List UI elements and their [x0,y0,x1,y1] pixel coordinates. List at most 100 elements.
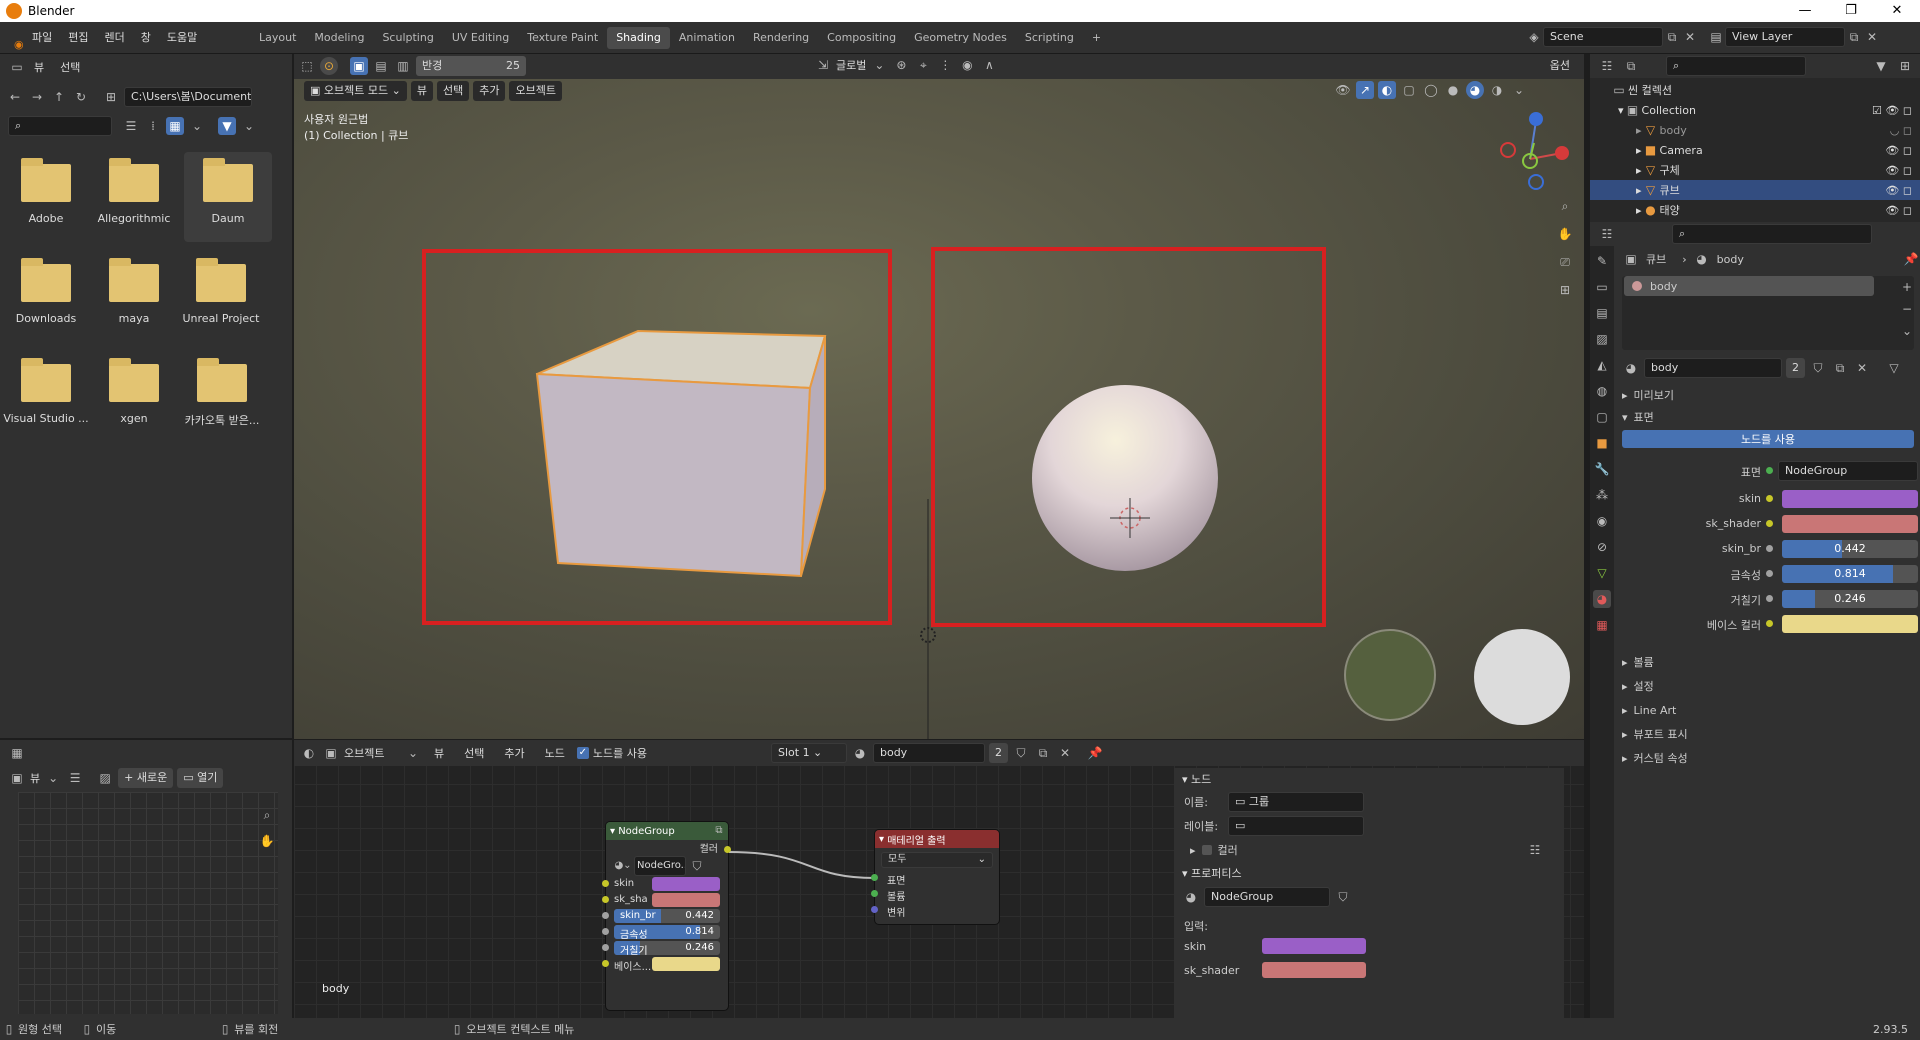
tree-row[interactable]: ▸ ■ Camera 👁 ◻ [1590,140,1920,160]
tab-compositing[interactable]: Compositing [818,27,905,49]
zoom-icon[interactable]: ⌕ [1556,197,1574,215]
camera-view-icon[interactable]: ⎚ [1556,253,1574,271]
view-layer-tab-icon[interactable]: ▨ [1593,330,1611,348]
node-input-row[interactable]: 거칠기 0.246 [602,940,728,956]
skin-color-swatch[interactable] [1262,938,1366,954]
outliner-editor-icon[interactable]: ☷ [1598,57,1616,75]
tab-sculpting[interactable]: Sculpting [373,27,442,49]
fb-search-input[interactable]: ⌕ [8,116,112,136]
list-view-icon[interactable]: ☰ [122,117,140,135]
delete-scene-icon[interactable]: ✕ [1681,28,1699,46]
add-slot-icon[interactable]: + [1898,278,1916,296]
section-settings[interactable]: ▸ 설정 [1616,674,1920,698]
scene-icon[interactable]: ◈ [1525,28,1543,46]
editor-type-icon[interactable]: ▦ [8,744,26,762]
node-color-swatch[interactable] [652,893,720,907]
orientation-icon[interactable]: ⇲ [814,56,832,74]
dropdown-icon[interactable]: ⌄ [44,769,62,787]
unlink-icon[interactable]: ✕ [1853,359,1871,377]
close-button[interactable]: ✕ [1874,0,1920,22]
folder-item[interactable]: Downloads [2,252,90,342]
folder-item[interactable]: maya [90,252,178,342]
group-field[interactable]: NodeGro... [634,856,686,876]
menu-edit[interactable]: 편집 [60,22,96,54]
pivot-icon[interactable]: ⊛ [892,56,910,74]
node-label-field[interactable]: ▭ [1228,816,1364,836]
node-editor[interactable]: ◐ ▣ 오브젝트 ⌄ 뷰 선택 추가 노드 ✓ 노드를 사용 Slot 1 ⌄ … [294,740,1584,1018]
tree-row[interactable]: ▾ ▣ Collection ☑ 👁 ◻ [1590,100,1920,120]
properties-search[interactable]: ⌕ [1672,224,1872,244]
particles-tab-icon[interactable]: ⁂ [1593,486,1611,504]
options-button[interactable]: 옵션 [1543,56,1576,76]
texture-tab-icon[interactable]: ▦ [1593,616,1611,634]
node-value-slider[interactable]: 금속성 0.814 [614,925,720,939]
display-mode-icon[interactable]: ⧉ [1622,57,1640,75]
material-filter-icon[interactable]: ▽ [1885,359,1903,377]
fake-user-icon[interactable]: ⛉ [1809,359,1827,377]
new-scene-icon[interactable]: ⧉ [1663,28,1681,46]
color-swatch[interactable] [1782,615,1918,633]
data-tab-icon[interactable]: ▽ [1593,564,1611,582]
scene-field[interactable]: Scene [1543,27,1663,47]
vertical-list-icon[interactable]: ⁞ [144,117,162,135]
render-tab-icon[interactable]: ▭ [1593,278,1611,296]
folder-item[interactable]: Adobe [2,152,90,242]
color-swatch[interactable] [1782,515,1918,533]
select-subtract-icon[interactable]: ▥ [394,57,412,75]
color-swatch[interactable] [1782,490,1918,508]
group-field[interactable]: NodeGroup [1204,887,1330,907]
nav-gizmo[interactable] [1500,112,1569,190]
node-section[interactable]: ▾ 노드 [1174,768,1564,790]
collection-tab-icon[interactable]: ▢ [1593,408,1611,426]
tree-row[interactable]: ▸ ▽ body ◡ ◻ [1590,120,1920,140]
browse-material-icon[interactable]: ◕ [1622,359,1640,377]
node-input-row[interactable]: sk_sha [602,892,728,908]
node-value-slider[interactable]: skin_br 0.442 [614,909,720,923]
node-input-row[interactable]: 베이스... [602,956,728,973]
delete-layer-icon[interactable]: ✕ [1863,28,1881,46]
section-custom-props[interactable]: ▸ 커스텀 속성 [1616,746,1920,770]
constraints-tab-icon[interactable]: ⊘ [1593,538,1611,556]
folder-item[interactable]: Visual Studio ... [2,352,90,442]
pan-hand-icon[interactable]: ✋ [258,832,276,850]
zoom-icon[interactable]: ⌕ [258,806,276,824]
tab-scripting[interactable]: Scripting [1016,27,1083,49]
menu-icon[interactable]: ☰ [66,769,84,787]
object-tab-icon[interactable]: ■ [1593,434,1611,452]
open-image-button[interactable]: ▭ 열기 [177,768,224,788]
value-slider[interactable]: 0.246 [1782,590,1918,608]
folder-item[interactable]: Daum [184,152,272,242]
new-image-button[interactable]: + 새로운 [118,768,174,788]
input-socket[interactable] [602,928,609,935]
node-name-field[interactable]: ▭ 그룹 [1228,792,1364,812]
tab-uv-editing[interactable]: UV Editing [443,27,518,49]
section-viewport-display[interactable]: ▸ 뷰포트 표시 [1616,722,1920,746]
tab-texture-paint[interactable]: Texture Paint [518,27,607,49]
falloff-icon[interactable]: ∧ [980,56,998,74]
node-value-slider[interactable]: 거칠기 0.246 [614,941,720,955]
back-icon[interactable]: ← [6,88,24,106]
image-canvas[interactable] [18,792,278,1014]
node-color-swatch[interactable] [652,957,720,971]
node-header[interactable]: ▾ NodeGroup ⧉ [606,822,728,840]
node-header[interactable]: ▾ 매테리얼 출력 [875,830,999,848]
folder-item[interactable]: Unreal Project [176,252,266,342]
value-slider[interactable]: 0.814 [1782,565,1918,583]
tool-tab-icon[interactable]: ✎ [1593,252,1611,270]
fb-menu-view[interactable]: 뷰 [26,59,52,75]
use-nodes-button[interactable]: 노드를 사용 [1622,430,1914,448]
node-input-row[interactable]: skin [602,876,728,892]
new-collection-icon[interactable]: ⊞ [1896,57,1914,75]
material-tab-icon[interactable]: ◕ [1593,590,1611,608]
group-icon[interactable]: ⧉ [710,822,728,840]
menu-help[interactable]: 도움말 [159,22,205,54]
view-mode-icon[interactable]: ▣ [8,769,26,787]
outliner-search[interactable]: ⌕ [1666,56,1806,76]
input-socket[interactable] [602,896,609,903]
tree-row[interactable]: ▸ ● 태양 👁 ◻ [1590,200,1920,220]
input-socket[interactable] [602,960,609,967]
input-socket[interactable] [871,890,878,897]
add-workspace-button[interactable]: + [1083,27,1110,49]
folder-item[interactable]: xgen [90,352,178,442]
tab-modeling[interactable]: Modeling [305,27,373,49]
